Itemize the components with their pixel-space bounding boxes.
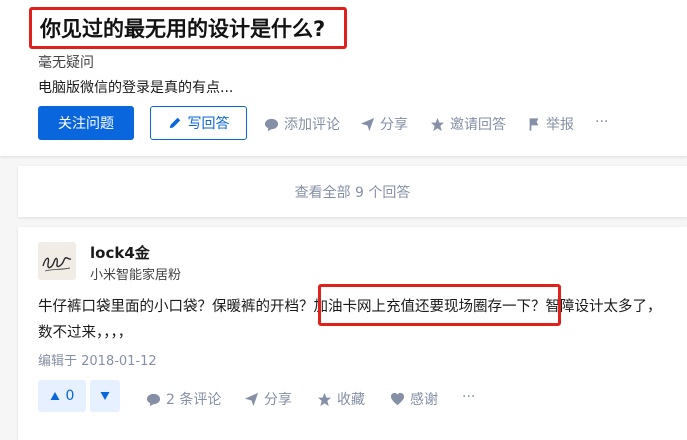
upvote-button[interactable]: 0: [38, 380, 86, 412]
star-icon: [317, 392, 332, 406]
report-label: 举报: [546, 117, 574, 133]
pen-icon: [169, 117, 180, 129]
more-label: ···: [595, 114, 609, 130]
share-question-button[interactable]: 分享: [360, 114, 408, 134]
avatar-signature-image: [38, 242, 76, 280]
thanks-label: 感谢: [410, 392, 438, 408]
add-comment-button[interactable]: 添加评论: [264, 114, 340, 134]
downvote-icon: [100, 392, 110, 400]
share-icon: [360, 117, 375, 131]
answer-text-part-3: 智障设计太多了，: [545, 299, 662, 315]
answer-content: 牛仔裤口袋里面的小口袋？保暖裤的开档？加油卡网上充值还要现场圈存一下？智障设计太…: [38, 294, 683, 346]
thanks-button[interactable]: 感谢: [390, 389, 438, 409]
comment-icon: [264, 118, 279, 131]
question-description[interactable]: 电脑版微信的登录是真的有点...: [38, 77, 233, 97]
flag-icon: [529, 117, 539, 131]
downvote-button[interactable]: [90, 380, 120, 412]
invite-answer-label: 邀请回答: [450, 117, 506, 133]
add-comment-label: 添加评论: [284, 117, 340, 133]
upvote-icon: [50, 392, 60, 400]
follow-question-label: 关注问题: [58, 116, 114, 132]
comments-label: 2 条评论: [166, 392, 222, 408]
write-answer-label: 写回答: [187, 116, 230, 132]
more-icon[interactable]: ···: [595, 114, 608, 130]
answer-line-1: 牛仔裤口袋里面的小口袋？保暖裤的开档？加油卡网上充值还要现场圈存一下？智障设计太…: [38, 294, 683, 320]
share-answer-button[interactable]: 分享: [244, 389, 292, 409]
answer-text-part-1: 牛仔裤口袋里面的小口袋？保暖裤的开档？: [38, 299, 314, 315]
heart-icon: [390, 392, 405, 406]
comment-icon: [146, 393, 161, 406]
vote-count: 0: [65, 388, 75, 404]
share-icon: [244, 392, 259, 406]
author-bio: 小米智能家居粉: [90, 268, 182, 283]
report-button[interactable]: 举报: [527, 114, 574, 134]
collect-label: 收藏: [337, 392, 365, 408]
answer-more-label: ···: [462, 389, 476, 405]
view-all-answers-button[interactable]: 查看全部 9 个回答: [18, 166, 687, 217]
question-tag[interactable]: 毫无疑问: [38, 52, 94, 72]
edit-date: 编辑于 2018-01-12: [38, 354, 157, 369]
share-answer-label: 分享: [264, 392, 292, 408]
collect-button[interactable]: 收藏: [317, 389, 365, 409]
comments-button[interactable]: 2 条评论: [146, 389, 221, 409]
star-icon: [430, 117, 445, 131]
question-title-highlight: 你见过的最无用的设计是什么?: [29, 7, 347, 49]
write-answer-button[interactable]: 写回答: [150, 106, 247, 140]
answer-text-part-2: 加油卡网上充值还要现场圈存一下？: [313, 299, 546, 315]
share-question-label: 分享: [380, 117, 408, 133]
author-name[interactable]: lock4金: [90, 242, 150, 263]
question-title[interactable]: 你见过的最无用的设计是什么?: [40, 13, 325, 43]
avatar[interactable]: [38, 242, 76, 280]
more-icon[interactable]: ···: [462, 389, 475, 405]
follow-question-button[interactable]: 关注问题: [38, 106, 134, 140]
view-all-answers-label: 查看全部 9 个回答: [294, 184, 411, 201]
answer-line-2: 数不过来，，，，: [38, 325, 133, 341]
invite-answer-button[interactable]: 邀请回答: [430, 114, 506, 134]
